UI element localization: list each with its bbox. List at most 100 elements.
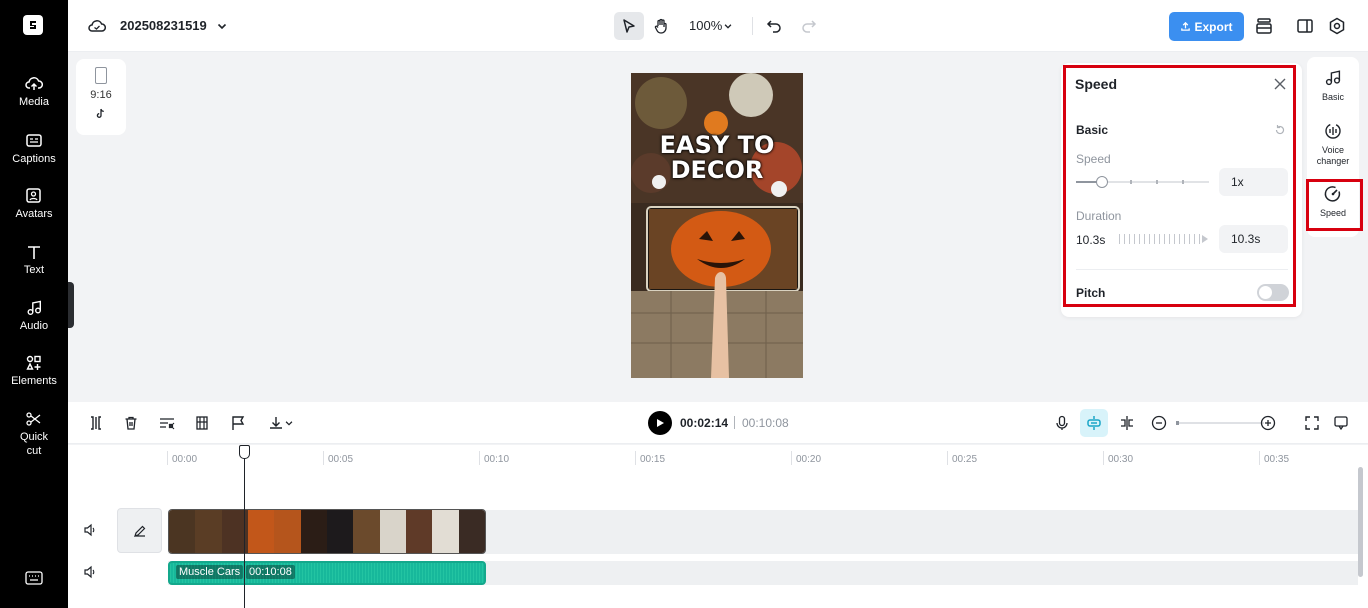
zoom-in-button[interactable] — [1259, 414, 1277, 432]
auto-snap-button[interactable] — [1080, 409, 1108, 437]
clip-thumbnail — [195, 510, 222, 553]
delete-button[interactable] — [122, 414, 140, 432]
record-voice-button[interactable] — [1053, 414, 1071, 432]
flag-icon — [232, 416, 245, 430]
tab-voice-changer[interactable]: Voice changer — [1307, 122, 1359, 167]
export-button[interactable]: Export — [1169, 12, 1244, 41]
ruler-tick-label: 00:20 — [796, 454, 822, 465]
chevron-down-icon — [285, 421, 293, 426]
settings-button[interactable] — [1327, 16, 1347, 36]
video-track-mute-button[interactable] — [82, 522, 98, 538]
tab-voice-label: Voice changer — [1316, 145, 1350, 166]
timeline-ruler[interactable]: 00:00 00:05 00:10 00:15 00:20 00:25 00:30 00:35 — [68, 445, 1368, 469]
playhead[interactable] — [239, 445, 250, 608]
ruler-tick — [1103, 451, 1104, 465]
slider-mark — [1182, 180, 1184, 184]
split-button[interactable] — [87, 414, 105, 432]
expand-icon — [1305, 416, 1319, 430]
speed-slider-handle[interactable] — [1096, 176, 1108, 188]
timeline[interactable]: 00:00 00:05 00:10 00:15 00:20 00:25 00:30 00:35… — [68, 445, 1368, 608]
video-clip[interactable] — [168, 509, 486, 554]
elements-icon — [26, 355, 41, 370]
audio-clip[interactable]: Muscle Cars 00:10:08 — [168, 561, 486, 585]
zoom-slider-handle[interactable] — [1176, 421, 1179, 425]
gear-icon — [1329, 17, 1345, 35]
speed-slider[interactable] — [1076, 176, 1209, 188]
aspect-ratio-card[interactable]: 9:16 — [76, 59, 126, 135]
speed-value-input[interactable]: 1x — [1219, 168, 1288, 196]
hand-tool-button[interactable] — [648, 12, 674, 40]
nav-media[interactable]: Media — [0, 76, 68, 109]
speed-panel: Speed Basic Speed 1x Duration 10.3s 10.3… — [1061, 63, 1302, 317]
pitch-label: Pitch — [1076, 286, 1106, 300]
nav-audio[interactable]: Audio — [0, 300, 68, 333]
marker-button[interactable] — [229, 414, 247, 432]
nav-captions[interactable]: Captions — [0, 133, 68, 166]
layers-button[interactable] — [1254, 16, 1274, 36]
ruler-tick — [323, 451, 324, 465]
duration-scrubber[interactable] — [1119, 234, 1201, 244]
minus-circle-icon — [1151, 415, 1167, 431]
play-button[interactable] — [648, 411, 672, 435]
ruler-tick — [167, 451, 168, 465]
nav-quickcut[interactable]: Quick cut — [0, 411, 68, 458]
hand-icon — [654, 18, 667, 34]
nav-elements[interactable]: Elements — [0, 355, 68, 388]
playhead-handle[interactable] — [239, 445, 250, 459]
undo-button[interactable] — [765, 17, 783, 35]
app-logo[interactable] — [23, 15, 43, 35]
split-panel-icon — [1297, 19, 1313, 33]
keyboard-shortcuts-button[interactable] — [24, 570, 44, 586]
timeline-toolbar: 00:02:14 00:10:08 — [68, 402, 1368, 444]
nav-media-label: Media — [19, 96, 49, 108]
speed-panel-title: Speed — [1075, 76, 1118, 92]
ruler-tick-label: 00:15 — [640, 454, 666, 465]
avatar-icon — [26, 188, 41, 203]
speed-label: Speed — [1076, 152, 1111, 166]
select-tool-button[interactable] — [614, 12, 644, 40]
split-link-icon — [1121, 416, 1133, 430]
clip-thumbnail — [247, 510, 275, 553]
zoom-dropdown[interactable] — [722, 20, 734, 32]
timeline-scrollbar[interactable] — [1358, 467, 1363, 577]
ruler-tick-label: 00:30 — [1108, 454, 1134, 465]
ruler-tick — [947, 451, 948, 465]
slider-mark — [1156, 180, 1158, 184]
zoom-level[interactable]: 100% — [689, 18, 722, 33]
tab-basic[interactable]: Basic — [1307, 69, 1359, 103]
clip-thumbnail — [300, 510, 327, 553]
duration-original: 10.3s — [1076, 233, 1106, 247]
voice-wave-icon — [1325, 123, 1341, 139]
nav-text[interactable]: Text — [0, 244, 68, 277]
audio-track-mute-button[interactable] — [82, 564, 98, 580]
project-name[interactable]: 202508231519 — [120, 18, 207, 33]
pitch-toggle[interactable] — [1257, 284, 1289, 301]
redo-button[interactable] — [800, 17, 818, 35]
cover-edit-button[interactable] — [117, 508, 162, 553]
reset-button[interactable] — [1273, 123, 1287, 137]
timeline-zoom-slider[interactable] — [1176, 421, 1264, 425]
toggle-panel-button[interactable] — [1295, 16, 1315, 36]
duration-value-input[interactable]: 10.3s — [1219, 225, 1288, 253]
play-triangle-icon — [1202, 235, 1208, 243]
feedback-button[interactable] — [1332, 414, 1350, 432]
split-icon — [91, 416, 101, 430]
freeze-button[interactable] — [193, 414, 211, 432]
link-button[interactable] — [1118, 414, 1136, 432]
cut-button[interactable] — [158, 414, 176, 432]
project-menu-button[interactable] — [215, 19, 229, 33]
video-preview[interactable]: EASY TO DECOR — [631, 73, 803, 378]
cloud-sync-button[interactable] — [87, 17, 107, 35]
preview-title-line-1: EASY TO — [659, 131, 775, 159]
freeze-frame-icon — [196, 416, 208, 430]
panel-collapse-handle[interactable] — [68, 282, 74, 328]
fit-timeline-button[interactable] — [1303, 414, 1321, 432]
close-panel-button[interactable] — [1272, 76, 1288, 92]
ruler-tick-label: 00:05 — [328, 454, 354, 465]
nav-avatars[interactable]: Avatars — [0, 188, 68, 221]
ruler-tick — [791, 451, 792, 465]
preview-title-line-2: DECOR — [670, 156, 764, 184]
download-button[interactable] — [265, 414, 297, 432]
zoom-out-button[interactable] — [1150, 414, 1168, 432]
tab-speed[interactable]: Speed — [1307, 185, 1359, 219]
